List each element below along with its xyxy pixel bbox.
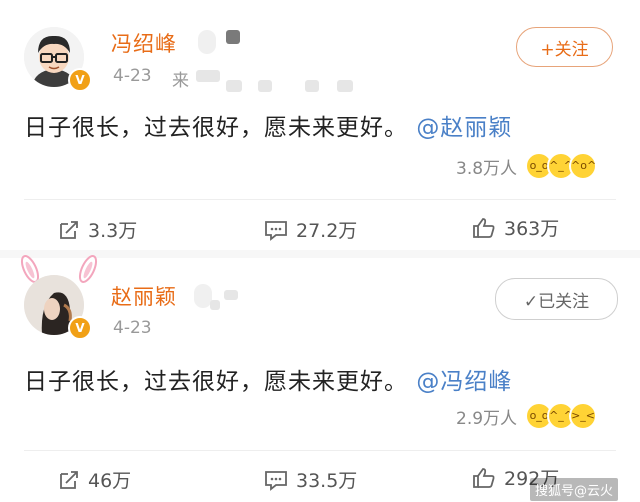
mention-link[interactable]: @赵丽颖	[416, 115, 512, 141]
username[interactable]: 冯绍峰	[111, 28, 177, 58]
share-count: 3.3万	[88, 220, 138, 242]
comment-count: 33.5万	[296, 470, 358, 492]
blurred-source	[226, 80, 242, 92]
divider	[24, 450, 616, 451]
share-button[interactable]: 46万	[58, 466, 131, 493]
verified-badge-icon: V	[68, 316, 92, 340]
divider	[24, 199, 616, 200]
verified-badge-icon: V	[68, 68, 92, 92]
share-icon	[60, 470, 78, 489]
watermark: 搜狐号@云火	[530, 478, 619, 501]
blush-emoji-icon: >_<	[569, 402, 598, 430]
share-button[interactable]: 3.3万	[58, 216, 137, 243]
post-date-suffix: 来	[172, 71, 189, 91]
reactions-count: 3.8万人	[456, 158, 518, 179]
follow-button[interactable]: +关注	[516, 27, 613, 67]
laugh-emoji-icon: ^o^	[569, 152, 598, 180]
blurred-badge	[224, 290, 238, 300]
post-text: 日子很长，过去很好，愿未来更好。 @赵丽颖	[24, 108, 512, 142]
blurred-source	[305, 80, 319, 92]
comment-icon	[265, 220, 287, 241]
following-button[interactable]: ✓已关注	[495, 278, 618, 320]
blurred-badge	[198, 30, 216, 54]
reactions-summary[interactable]: 3.8万人 o_o ^_^ ^o^	[456, 152, 598, 180]
reaction-emojis: o_o ^_^ >_<	[525, 402, 598, 430]
reaction-emojis: o_o ^_^ ^o^	[525, 152, 598, 180]
share-count: 46万	[88, 470, 132, 492]
like-count: 363万	[504, 218, 560, 240]
post-body: 日子很长，过去很好，愿未来更好。	[24, 115, 408, 141]
share-icon	[60, 220, 78, 239]
blurred-badge	[226, 30, 240, 44]
comment-icon	[265, 470, 287, 491]
blurred-source	[337, 80, 353, 92]
username[interactable]: 赵丽颖	[111, 281, 177, 311]
blurred-source	[258, 80, 272, 92]
comment-button[interactable]: 27.2万	[264, 216, 357, 243]
reactions-summary[interactable]: 2.9万人 o_o ^_^ >_<	[456, 402, 598, 430]
thumbs-up-icon	[473, 217, 495, 238]
post-date: 4-23	[113, 318, 152, 338]
thumbs-up-icon	[473, 467, 495, 488]
comment-count: 27.2万	[296, 220, 358, 242]
post-date: 4-23	[113, 66, 152, 86]
like-button[interactable]: 363万	[472, 214, 559, 241]
comment-button[interactable]: 33.5万	[264, 466, 357, 493]
blurred-badge	[210, 300, 220, 310]
reactions-count: 2.9万人	[456, 408, 518, 429]
post-text: 日子很长，过去很好，愿未来更好。 @冯绍峰	[24, 362, 512, 396]
mention-link[interactable]: @冯绍峰	[416, 369, 512, 395]
post-body: 日子很长，过去很好，愿未来更好。	[24, 369, 408, 395]
blurred-source	[196, 70, 220, 82]
